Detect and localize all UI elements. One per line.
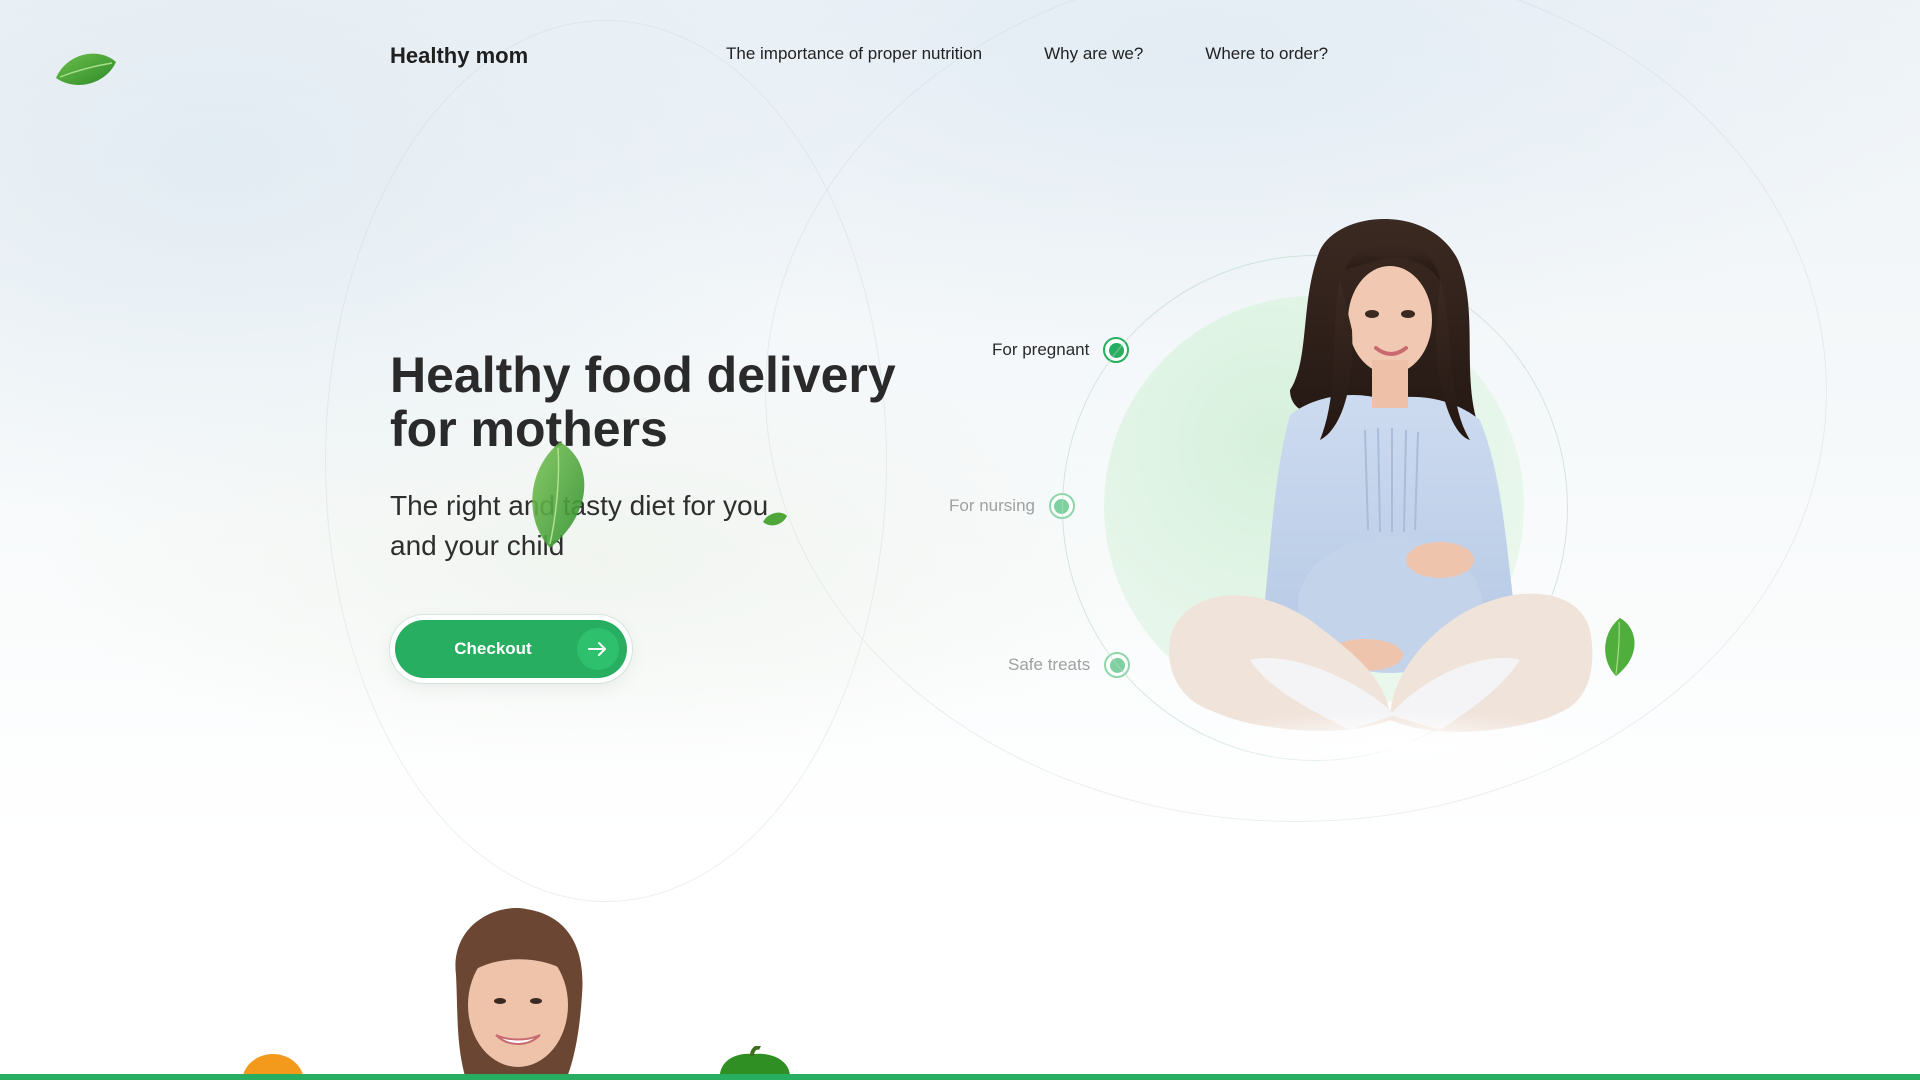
hero-title: Healthy food delivery for mothers [390, 347, 896, 457]
nutritionist-portrait [455, 908, 583, 1080]
main-nav: The importance of proper nutrition Why a… [726, 44, 1328, 64]
category-for-pregnant[interactable]: For pregnant [992, 337, 1130, 363]
leaf-icon [763, 512, 787, 526]
brand-name[interactable]: Healthy mom [390, 43, 528, 69]
nav-link-where-to-order[interactable]: Where to order? [1205, 44, 1328, 64]
landing-page: Healthy mom The importance of proper nut… [0, 0, 1920, 1080]
pregnant-woman-illustration [1169, 218, 1610, 779]
category-label: For pregnant [992, 340, 1090, 359]
leaf-icon[interactable] [54, 48, 118, 90]
leaf-icon [1605, 618, 1635, 676]
nav-link-nutrition[interactable]: The importance of proper nutrition [726, 44, 982, 64]
arrow-right-icon [577, 628, 619, 670]
category-label: For nursing [949, 496, 1035, 515]
leaf-icon [532, 442, 585, 548]
checkout-label: Checkout [454, 639, 532, 658]
decor-ring-left [325, 20, 887, 902]
category-label: Safe treats [1008, 655, 1091, 674]
checkout-button-frame: Checkout [390, 615, 632, 683]
checkout-button[interactable]: Checkout [395, 620, 627, 678]
section-divider [0, 1074, 1920, 1080]
nav-link-why-us[interactable]: Why are we? [1044, 44, 1143, 64]
category-for-nursing[interactable]: For nursing [949, 493, 1075, 519]
